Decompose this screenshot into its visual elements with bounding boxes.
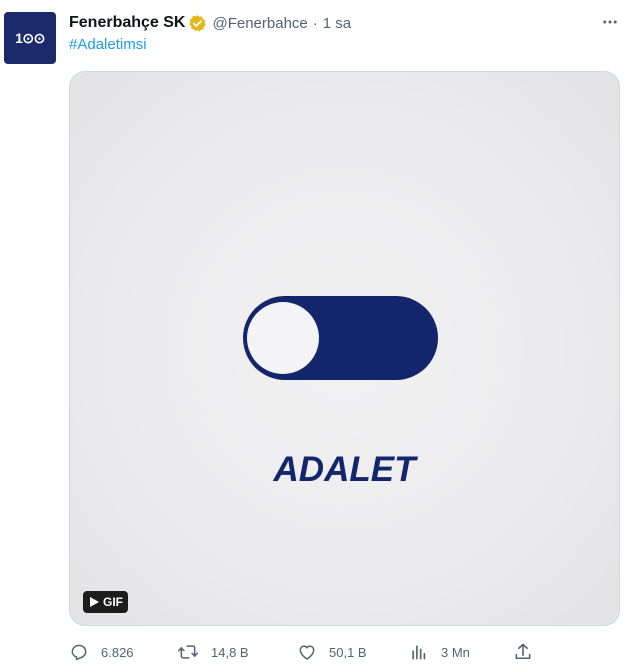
heart-icon (299, 645, 315, 660)
reply-icon (71, 644, 87, 661)
analytics-icon (412, 645, 426, 660)
views-count: 3 Mn (441, 644, 470, 660)
more-dots-icon (603, 20, 617, 24)
toggle-knob (247, 302, 319, 374)
separator-dot: · (312, 14, 318, 32)
avatar-logo: 1⊙⊙ (15, 29, 45, 46)
avatar[interactable]: 1⊙⊙ (4, 12, 56, 64)
tweet-actions: 6.826 14,8 B 50,1 B 3 Mn (69, 640, 549, 664)
verified-badge-icon (188, 14, 207, 33)
gif-label: GIF (103, 595, 123, 609)
gif-badge[interactable]: GIF (83, 591, 128, 613)
timestamp[interactable]: 1 sa (323, 15, 351, 32)
reply-count: 6.826 (101, 644, 134, 660)
toggle-switch-graphic (243, 296, 438, 380)
reply-button[interactable]: 6.826 (69, 642, 134, 662)
like-count: 50,1 B (329, 644, 367, 660)
more-options-button[interactable] (598, 10, 622, 34)
retweet-count: 14,8 B (211, 644, 249, 660)
views-button[interactable]: 3 Mn (409, 642, 470, 662)
retweet-button[interactable]: 14,8 B (177, 642, 249, 662)
media-caption: ADALET (273, 450, 416, 489)
share-button[interactable] (513, 642, 533, 662)
display-name[interactable]: Fenerbahçe SK (69, 14, 185, 32)
handle[interactable]: @Fenerbahce (212, 15, 307, 32)
share-icon (515, 643, 531, 660)
tweet-media-gif[interactable]: ADALET GIF (69, 71, 620, 626)
hashtag-link[interactable]: #Adaletimsi (69, 36, 147, 53)
like-button[interactable]: 50,1 B (297, 642, 367, 662)
tweet-header: Fenerbahçe SK @Fenerbahce · 1 sa (69, 12, 620, 34)
play-icon (90, 597, 99, 607)
retweet-icon (177, 645, 199, 659)
